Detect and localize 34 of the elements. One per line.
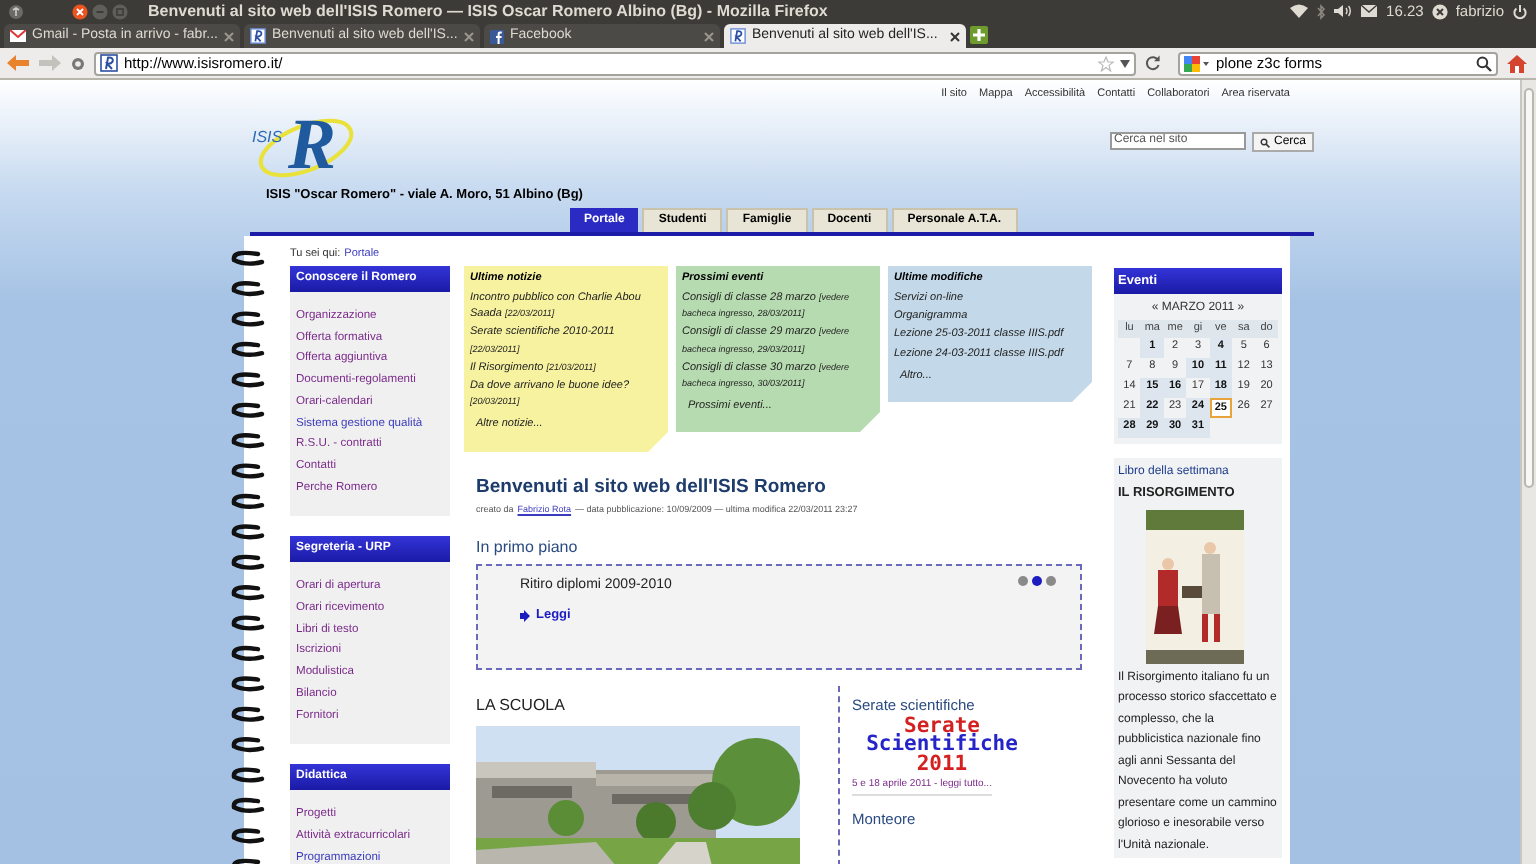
volume-icon[interactable] <box>1334 4 1353 18</box>
bluetooth-icon[interactable] <box>1316 3 1327 19</box>
facebook-icon <box>490 29 504 43</box>
close-icon[interactable] <box>950 31 960 41</box>
magnifier-icon <box>1259 137 1270 147</box>
site-favicon-icon <box>730 28 746 44</box>
banner-text: 2011 <box>916 755 968 775</box>
system-menu-icon[interactable] <box>8 3 24 19</box>
search-icon[interactable] <box>1476 55 1492 71</box>
back-icon[interactable] <box>6 54 30 72</box>
scrollbar[interactable] <box>1520 80 1536 864</box>
reload-icon[interactable] <box>1144 54 1162 72</box>
mail-icon[interactable] <box>1360 4 1379 18</box>
section-heading: LA SCUOLA <box>476 693 567 718</box>
window-title: Benvenuti al sito web dell'ISIS Romero — ISIS Oscar Romero Albino (Bg) - Mozilla Firefox <box>148 0 828 23</box>
site-favicon-icon <box>100 54 118 72</box>
dropdown-caret-icon[interactable] <box>1120 59 1130 67</box>
power-icon[interactable] <box>1512 3 1528 19</box>
site-favicon-icon <box>250 28 266 44</box>
search-engine-icon[interactable] <box>1184 55 1210 71</box>
arrow-bullet-icon <box>520 610 530 623</box>
close-icon[interactable] <box>72 3 88 19</box>
home-icon[interactable] <box>1506 53 1528 73</box>
logo-letter: R <box>288 108 337 180</box>
mail-icon <box>10 30 26 42</box>
folded-corner <box>1072 382 1092 403</box>
section-heading: In primo piano <box>476 535 580 560</box>
star-icon[interactable] <box>1098 55 1114 71</box>
wifi-icon[interactable] <box>1290 4 1309 18</box>
banner-text: Scientifiche <box>866 736 1018 756</box>
logo-text: ISIS <box>252 130 283 146</box>
page-title: Benvenuti al sito web dell'ISIS Romero <box>476 473 828 502</box>
new-tab-icon[interactable] <box>970 26 988 44</box>
identity-icon[interactable] <box>70 55 86 71</box>
